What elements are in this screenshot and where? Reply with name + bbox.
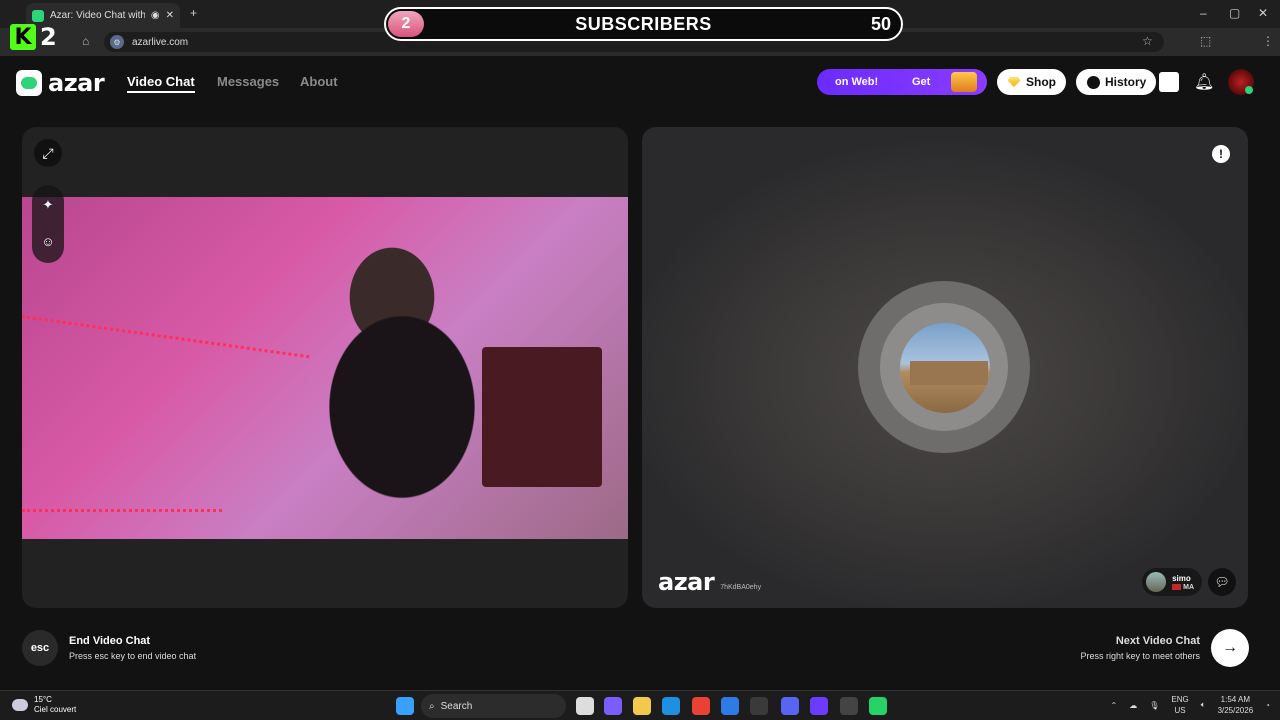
taskbar-clock[interactable]: 1:54 AM 3/25/2026: [1218, 694, 1254, 716]
next-chat-arrow-button[interactable]: →: [1211, 629, 1249, 667]
end-chat-button[interactable]: esc: [22, 630, 58, 666]
partner-country: MA: [1183, 583, 1194, 591]
cloud-icon: [12, 699, 28, 711]
camera-tools: ✦ ☺: [32, 185, 64, 263]
volume-icon[interactable]: 🔈︎: [1201, 700, 1206, 710]
magic-wand-icon[interactable]: ✦: [40, 197, 56, 213]
partner-info-chip[interactable]: simo MA: [1142, 568, 1202, 596]
minimize-icon[interactable]: –: [1200, 6, 1207, 20]
weather-temp: 15°C: [34, 695, 52, 704]
end-chat-hint: Press esc key to end video chat: [69, 651, 197, 661]
clock-time: 1:54 AM: [1220, 695, 1251, 704]
azar-logo[interactable]: azar: [16, 69, 105, 97]
morocco-flag-icon: [1172, 583, 1182, 590]
partner-video-panel: ! azar 7hKdBA0ehy simo MA 💬︎: [642, 127, 1248, 608]
self-camera-feed: [22, 197, 628, 539]
promo-text-web: on Web!: [835, 76, 879, 88]
promo-text-get: Get: [912, 76, 931, 88]
weather-widget[interactable]: 15°C Ciel couvert: [12, 695, 76, 715]
taskbar-search[interactable]: ⌕ Search: [421, 694, 566, 718]
weather-condition: Ciel couvert: [34, 705, 77, 714]
partner-avatar: [1146, 572, 1167, 592]
self-video-panel: ⤢ ✦ ☺: [22, 127, 628, 608]
new-tab-icon[interactable]: +: [190, 6, 197, 20]
app-ring-icon[interactable]: [810, 697, 828, 715]
mail-icon[interactable]: [721, 697, 739, 715]
close-window-icon[interactable]: ✕: [1258, 6, 1268, 20]
led-string-lights-lower: [22, 509, 222, 512]
shop-button[interactable]: Shop: [997, 69, 1066, 95]
next-chat-hint: Press right key to meet others: [1080, 651, 1200, 661]
inventory-box-icon[interactable]: [1159, 72, 1179, 92]
tab-audio-icon[interactable]: ◉: [151, 10, 160, 21]
language-indicator[interactable]: ENG US: [1171, 694, 1188, 716]
edge-icon[interactable]: [662, 697, 680, 715]
watermark-wordmark: azar: [658, 568, 715, 596]
chrome-icon[interactable]: [692, 697, 710, 715]
next-chat-title: Next Video Chat: [1115, 635, 1200, 647]
azar-watermark: azar 7hKdBA0ehy: [658, 568, 761, 596]
tab-close-icon[interactable]: ✕: [166, 10, 174, 21]
tray-chevron-icon[interactable]: ⌃: [1111, 701, 1118, 710]
microphone-icon[interactable]: 🎙︎: [1149, 701, 1159, 710]
online-status-dot: [1245, 86, 1253, 94]
led-string-lights: [22, 315, 310, 359]
overlay-logo-number: 2: [40, 23, 57, 51]
subscriber-goal-bar: 2 SUBSCRIBERS 50: [384, 7, 903, 41]
language-code: ENG: [1171, 695, 1189, 704]
search-icon: ⌕: [429, 700, 435, 712]
windows-taskbar: 15°C Ciel couvert ⌕ Search ⌃ ☁ 🎙︎ ENG US…: [0, 690, 1280, 720]
report-shield-icon[interactable]: !: [1212, 145, 1230, 163]
home-icon[interactable]: ⌂: [82, 34, 89, 48]
history-button[interactable]: History: [1076, 69, 1157, 95]
history-label: History: [1105, 75, 1147, 89]
end-chat-title: End Video Chat: [69, 635, 151, 647]
file-explorer-icon[interactable]: [633, 697, 651, 715]
whatsapp-icon[interactable]: [869, 697, 887, 715]
subscriber-goal: 50: [870, 14, 891, 34]
network-icon[interactable]: ☁: [1129, 701, 1137, 710]
subscriber-label: SUBSCRIBERS: [575, 14, 712, 34]
nav-about[interactable]: About: [300, 74, 338, 89]
watermark-id: 7hKdBA0ehy: [720, 584, 762, 591]
language-region: US: [1174, 706, 1186, 715]
gem-icon: [1007, 75, 1021, 89]
extensions-icon[interactable]: ⬚: [1200, 34, 1211, 48]
clock-icon: [1086, 75, 1100, 89]
kick-logo-icon: K: [10, 24, 36, 50]
discord-icon[interactable]: [781, 697, 799, 715]
fullscreen-expand-button[interactable]: ⤢: [34, 139, 62, 167]
nav-messages[interactable]: Messages: [217, 74, 279, 89]
azar-logo-icon: [16, 70, 42, 96]
partner-name: simo: [1172, 573, 1191, 583]
clock-date: 3/25/2026: [1217, 706, 1254, 715]
promo-banner[interactable]: on Web! Get: [817, 69, 987, 95]
kick-overlay-logo: K 2: [10, 22, 68, 52]
face-filter-icon[interactable]: ☺: [40, 233, 56, 249]
task-view-icon[interactable]: [576, 697, 594, 715]
url-text: azarlive.com: [132, 36, 189, 48]
azar-favicon-icon: [32, 9, 44, 22]
notifications-icon[interactable]: ◔: [1265, 701, 1270, 710]
azar-app: azar Video Chat Messages About on Web! G…: [0, 56, 1280, 690]
obs-icon[interactable]: [840, 697, 858, 715]
tab-title: Azar: Video Chat with New: [50, 10, 145, 21]
treasure-chest-icon: [951, 72, 977, 92]
copilot-icon[interactable]: [604, 697, 622, 715]
search-label: Search: [440, 700, 473, 712]
wardrobe: [482, 347, 602, 487]
store-icon[interactable]: [750, 697, 768, 715]
site-info-icon[interactable]: ⚙: [110, 35, 124, 49]
notification-bell-icon[interactable]: 🔔︎: [1194, 72, 1214, 92]
nav-video-chat[interactable]: Video Chat: [127, 74, 195, 93]
browser-menu-icon[interactable]: ⋮: [1262, 34, 1274, 48]
windows-start-icon[interactable]: [396, 697, 414, 715]
partner-profile-photo: [900, 323, 990, 413]
maximize-icon[interactable]: ▢: [1229, 6, 1240, 20]
azar-wordmark: azar: [48, 69, 105, 97]
system-tray: ⌃ ☁ 🎙︎ ENG US 🔈︎ 1:54 AM 3/25/2026 ◔: [1111, 694, 1270, 716]
shop-label: Shop: [1026, 75, 1056, 89]
chat-bubble-button[interactable]: 💬︎: [1208, 568, 1236, 596]
bookmark-star-icon[interactable]: ☆: [1142, 34, 1153, 48]
